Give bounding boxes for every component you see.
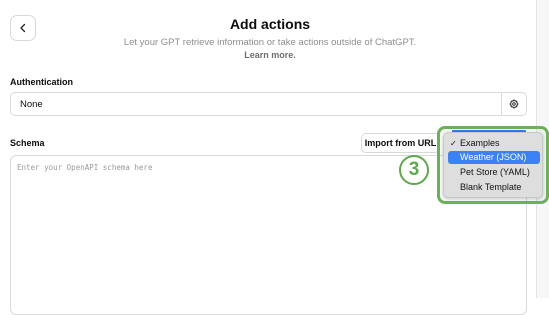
menu-item-examples[interactable]: ✓ Examples xyxy=(448,137,540,150)
menu-item-label: Weather (JSON) xyxy=(460,152,527,162)
schema-placeholder: Enter your OpenAPI schema here xyxy=(17,163,153,172)
authentication-field[interactable]: None xyxy=(10,92,527,116)
learn-more-link[interactable]: Learn more. xyxy=(0,50,540,60)
authentication-label: Authentication xyxy=(10,77,73,87)
page-subtitle: Let your GPT retrieve information or tak… xyxy=(123,37,417,48)
step-number-badge: 3 xyxy=(399,155,429,185)
menu-item-pet-store-yaml[interactable]: Pet Store (YAML) xyxy=(448,166,540,179)
authentication-value: None xyxy=(20,99,43,110)
import-from-url-button[interactable]: Import from URL xyxy=(361,133,440,153)
menu-item-label: Examples xyxy=(460,138,500,148)
authentication-settings-button[interactable] xyxy=(501,93,526,115)
gear-icon xyxy=(509,99,519,109)
examples-dropdown-menu[interactable]: ✓ Examples Weather (JSON) Pet Store (YAM… xyxy=(443,132,543,198)
menu-item-label: Pet Store (YAML) xyxy=(460,167,530,177)
menu-item-label: Blank Template xyxy=(460,182,522,192)
menu-item-weather-json[interactable]: Weather (JSON) xyxy=(448,151,540,164)
page-title: Add actions xyxy=(229,16,311,32)
schema-label: Schema xyxy=(10,138,45,148)
checkmark-icon: ✓ xyxy=(450,139,457,148)
menu-item-blank-template[interactable]: Blank Template xyxy=(448,181,540,194)
